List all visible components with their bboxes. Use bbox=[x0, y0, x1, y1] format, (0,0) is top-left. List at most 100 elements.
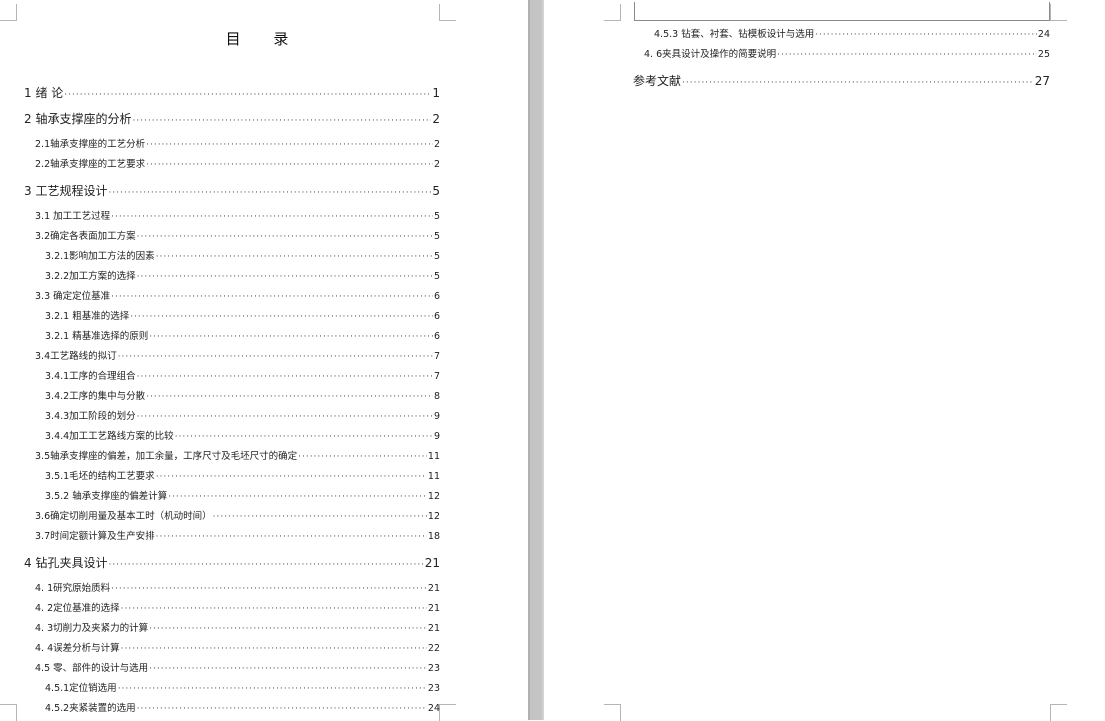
toc-leader-dots: ········································… bbox=[120, 644, 427, 654]
toc-entry-label: 3.5.1毛坯的结构工艺要求 bbox=[45, 471, 155, 482]
toc-leader-dots: ········································… bbox=[136, 272, 433, 282]
toc-entry-label: 3.4.3加工阶段的划分 bbox=[45, 411, 136, 422]
toc-leader-dots: ········································… bbox=[120, 604, 427, 614]
toc-entry[interactable]: 4.5.1定位销选用 ······························… bbox=[45, 680, 440, 694]
toc-entry[interactable]: 3.5.2 轴承支撑座的偏差计算 ························… bbox=[45, 488, 440, 502]
toc-leader-dots: ········································… bbox=[64, 90, 432, 100]
toc-entry-page-number: 18 bbox=[427, 531, 440, 542]
toc-entry[interactable]: 4. 1研究原始质料 ······························… bbox=[35, 580, 440, 594]
toc-entry-page-number: 21 bbox=[427, 623, 440, 634]
toc-entry-page-number: 5 bbox=[432, 184, 440, 198]
toc-entry[interactable]: 2 轴承支撑座的分析 ······························… bbox=[24, 110, 440, 126]
toc-entry[interactable]: 3.4.1工序的合理组合 ····························… bbox=[45, 368, 440, 382]
toc-leader-dots: ········································… bbox=[149, 624, 427, 634]
toc-entry-label: 3.2.2加工方案的选择 bbox=[45, 271, 136, 282]
toc-entry-label: 2.2轴承支撑座的工艺要求 bbox=[35, 159, 146, 170]
toc-entry[interactable]: 2.2轴承支撑座的工艺要求 ···························… bbox=[35, 156, 440, 170]
toc-entry[interactable]: 参考文献 ····································… bbox=[633, 72, 1050, 88]
toc-entry[interactable]: 4. 2定位基准的选择 ·····························… bbox=[35, 600, 440, 614]
toc-entry[interactable]: 2.1轴承支撑座的工艺分析 ···························… bbox=[35, 136, 440, 150]
toc-entry-label: 4. 2定位基准的选择 bbox=[35, 603, 120, 614]
crop-mark-bottom-left bbox=[0, 704, 17, 721]
toc-entry-page-number: 21 bbox=[427, 603, 440, 614]
toc-entry-label: 3.5轴承支撑座的偏差，加工余量，工序尺寸及毛坯尺寸的确定 bbox=[35, 451, 298, 462]
toc-entry[interactable]: 4 钻孔夹具设计 ································… bbox=[24, 554, 440, 570]
toc-leader-dots: ········································… bbox=[146, 392, 433, 402]
toc-entry-label: 4 钻孔夹具设计 bbox=[24, 556, 108, 570]
toc-leader-dots: ········································… bbox=[136, 232, 433, 242]
crop-mark-top-left bbox=[0, 4, 17, 21]
toc-entry[interactable]: 3.5轴承支撑座的偏差，加工余量，工序尺寸及毛坯尺寸的确定 ···········… bbox=[35, 448, 440, 462]
toc-entry[interactable]: 4. 3切削力及夹紧力的计算 ··························… bbox=[35, 620, 440, 634]
toc-entry[interactable]: 4.5 零、部件的设计与选用 ··························… bbox=[35, 660, 440, 674]
toc-entry-label: 2 轴承支撑座的分析 bbox=[24, 112, 132, 126]
toc-leader-dots: ········································… bbox=[155, 472, 427, 482]
toc-entry-page-number: 12 bbox=[427, 511, 440, 522]
toc-leader-dots: ········································… bbox=[117, 684, 427, 694]
toc-entry-label: 3.2.1 精基准选择的原则 bbox=[45, 331, 149, 342]
toc-entry-page-number: 5 bbox=[433, 251, 440, 262]
toc-entry[interactable]: 3.6确定切削用量及基本工时（机动时间） ····················… bbox=[35, 508, 440, 522]
toc-entry[interactable]: 3.4.3加工阶段的划分 ····························… bbox=[45, 408, 440, 422]
toc-entry-label: 参考文献 bbox=[633, 74, 682, 88]
toc-entry-page-number: 7 bbox=[433, 371, 440, 382]
toc-entry-label: 3.7时间定额计算及生产安排 bbox=[35, 531, 155, 542]
toc-entry-label: 3.6确定切削用量及基本工时（机动时间） bbox=[35, 511, 212, 522]
toc-entry-page-number: 9 bbox=[433, 431, 440, 442]
toc-entry-label: 3 工艺规程设计 bbox=[24, 184, 108, 198]
crop-mark-top-left bbox=[604, 4, 621, 21]
document-page-left[interactable]: 目 录 1 绪 论 ·······························… bbox=[0, 0, 528, 721]
toc-entry[interactable]: 3.7时间定额计算及生产安排 ··························… bbox=[35, 528, 440, 542]
toc-entry[interactable]: 4. 4误差分析与计算 ·····························… bbox=[35, 640, 440, 654]
crop-mark-bottom-left bbox=[604, 704, 621, 721]
toc-entry-label: 4. 1研究原始质料 bbox=[35, 583, 111, 594]
toc-entry-page-number: 24 bbox=[1037, 29, 1050, 40]
toc-entry-label: 3.4.4加工工艺路线方案的比较 bbox=[45, 431, 174, 442]
toc-entry[interactable]: 3.4.4加工工艺路线方案的比较 ························… bbox=[45, 428, 440, 442]
toc-leader-dots: ········································… bbox=[117, 352, 433, 362]
toc-leader-dots: ········································… bbox=[132, 116, 431, 126]
toc-entry[interactable]: 4.5.3 钻套、衬套、钻模板设计与选用 ····················… bbox=[654, 26, 1050, 40]
crop-mark-top-right bbox=[439, 4, 456, 21]
toc-leader-dots: ········································… bbox=[777, 50, 1037, 60]
toc-leader-dots: ········································… bbox=[136, 704, 427, 714]
toc-entry-label: 3.2确定各表面加工方案 bbox=[35, 231, 136, 242]
toc-entry[interactable]: 4.5.2夹紧装置的选用 ····························… bbox=[45, 700, 440, 714]
toc-entry[interactable]: 3.4工艺路线的拟订 ······························… bbox=[35, 348, 440, 362]
toc-entry[interactable]: 3.1 加工工艺过程 ······························… bbox=[35, 208, 440, 222]
toc-entry-label: 2.1轴承支撑座的工艺分析 bbox=[35, 139, 146, 150]
toc-entry[interactable]: 3.5.1毛坯的结构工艺要求 ··························… bbox=[45, 468, 440, 482]
toc-entry[interactable]: 3.2.1影响加工方法的因素 ··························… bbox=[45, 248, 440, 262]
toc-leader-dots: ········································… bbox=[146, 140, 433, 150]
toc-entry[interactable]: 3.4.2工序的集中与分散 ···························… bbox=[45, 388, 440, 402]
toc-entry-page-number: 22 bbox=[427, 643, 440, 654]
toc-entry-page-number: 1 bbox=[432, 86, 440, 100]
toc-entry-page-number: 2 bbox=[433, 139, 440, 150]
toc-entry-page-number: 25 bbox=[1037, 49, 1050, 60]
toc-entry[interactable]: 3.2确定各表面加工方案 ····························… bbox=[35, 228, 440, 242]
toc-entry-label: 1 绪 论 bbox=[24, 86, 64, 100]
toc-entry-label: 3.3 确定定位基准 bbox=[35, 291, 111, 302]
toc-entry-page-number: 5 bbox=[433, 271, 440, 282]
toc-entry-page-number: 21 bbox=[424, 556, 440, 570]
toc-entry-page-number: 8 bbox=[433, 391, 440, 402]
toc-entry-page-number: 12 bbox=[427, 491, 440, 502]
toc-entry[interactable]: 3 工艺规程设计 ································… bbox=[24, 182, 440, 198]
toc-leader-dots: ········································… bbox=[108, 188, 431, 198]
toc-entry[interactable]: 4. 6夹具设计及操作的简要说明 ························… bbox=[644, 46, 1050, 60]
toc-entry[interactable]: 3.3 确定定位基准 ······························… bbox=[35, 288, 440, 302]
toc-entry[interactable]: 1 绪 论 ···································… bbox=[24, 84, 440, 100]
toc-entry-label: 4. 4误差分析与计算 bbox=[35, 643, 120, 654]
toc-leader-dots: ········································… bbox=[149, 664, 427, 674]
document-page-right[interactable]: 4.5.3 钻套、衬套、钻模板设计与选用 ····················… bbox=[544, 0, 1105, 721]
toc-entry-page-number: 24 bbox=[427, 703, 440, 714]
toc-entry-page-number: 7 bbox=[433, 351, 440, 362]
toc-entry[interactable]: 3.2.1 精基准选择的原则 ··························… bbox=[45, 328, 440, 342]
toc-leader-dots: ········································… bbox=[149, 332, 433, 342]
toc-leader-dots: ········································… bbox=[155, 532, 427, 542]
toc-entry-label: 3.5.2 轴承支撑座的偏差计算 bbox=[45, 491, 168, 502]
toc-entry[interactable]: 3.2.1 粗基准的选择 ····························… bbox=[45, 308, 440, 322]
toc-entry-page-number: 23 bbox=[427, 663, 440, 674]
toc-entry-label: 3.4工艺路线的拟订 bbox=[35, 351, 117, 362]
toc-entry[interactable]: 3.2.2加工方案的选择 ····························… bbox=[45, 268, 440, 282]
